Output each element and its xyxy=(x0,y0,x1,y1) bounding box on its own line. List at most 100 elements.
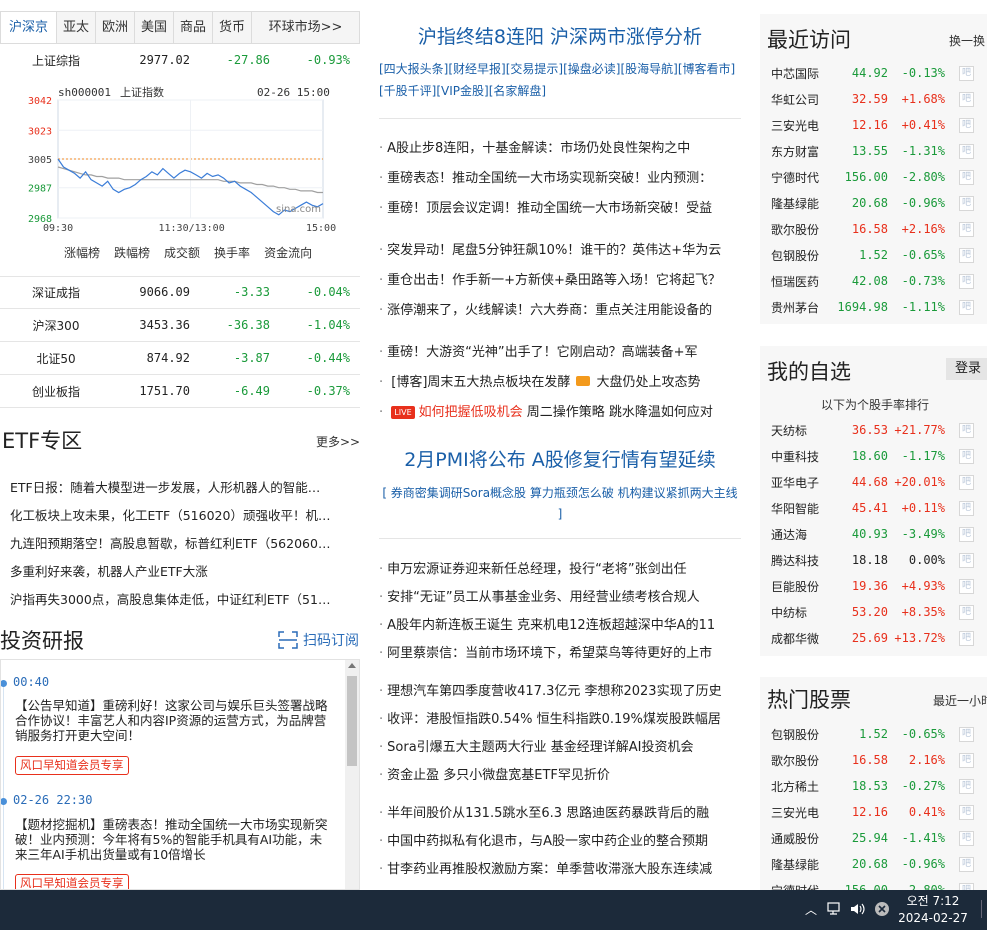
stock-row[interactable]: 华阳智能 45.41 +0.11% 吧 xyxy=(760,495,987,521)
notification-off-icon[interactable] xyxy=(874,901,890,917)
stock-name[interactable]: 天纺标 xyxy=(760,422,833,439)
news-item[interactable]: 理想汽车第四季度营收417.3亿元 李想称2023实现了历史 xyxy=(379,680,741,699)
stock-row[interactable]: 包钢股份 1.52 -0.65% 吧 xyxy=(760,721,987,747)
stock-forum-button[interactable]: 吧 xyxy=(959,65,974,81)
tab-global-markets[interactable]: 环球市场>> xyxy=(252,12,359,43)
network-icon[interactable] xyxy=(827,902,843,916)
news-item[interactable]: 申万宏源证券迎来新任总经理，投行“老将”张剑出任 xyxy=(379,558,741,577)
news-item[interactable]: A股年内新连板王诞生 克来机电12连板超越深中华A的11 xyxy=(379,614,741,633)
link-turnover-rate[interactable]: 换手率 xyxy=(214,244,250,261)
research-text[interactable]: 【题材挖掘机】重磅表态！推动全国统一大市场实现新突破！业内预测：今年将有5%的智… xyxy=(15,817,330,862)
stock-forum-button[interactable]: 吧 xyxy=(959,526,974,542)
stock-forum-button[interactable]: 吧 xyxy=(959,448,974,464)
stock-forum-button[interactable]: 吧 xyxy=(959,882,974,890)
etf-news-item[interactable]: 化工板块上攻未果，化工ETF（516020）顽强收平！机… xyxy=(10,505,355,524)
stock-row[interactable]: 天纺标 36.53 +21.77% 吧 xyxy=(760,417,987,443)
news-item[interactable]: 突发异动！尾盘5分钟狂飙10%！谁干的？英伟达+华为云 xyxy=(379,239,741,258)
headline-second[interactable]: 2月PMI将公布 A股修复行情有望延续 xyxy=(379,445,741,472)
stock-forum-button[interactable]: 吧 xyxy=(959,752,974,768)
stock-forum-button[interactable]: 吧 xyxy=(959,91,974,107)
stock-row[interactable]: 三安光电 12.16 +0.41% 吧 xyxy=(760,112,987,138)
news-item[interactable]: 重磅表态！推动全国统一大市场实现新突破！业内预测： xyxy=(379,167,741,186)
index-row-bz50[interactable]: 北证50 874.92 -3.87 -0.44% xyxy=(0,342,360,374)
stock-row[interactable]: 贵州茅台 1694.98 -1.11% 吧 xyxy=(760,294,987,320)
stock-name[interactable]: 中纺标 xyxy=(760,604,833,621)
stock-row[interactable]: 歌尔股份 16.58 +2.16% 吧 xyxy=(760,216,987,242)
blog-news-item[interactable]: [博客]周末五大热点板块在发酵 大盘仍处上攻态势 xyxy=(379,371,741,390)
stock-name[interactable]: 宁德时代 xyxy=(760,882,833,891)
news-item[interactable]: 安排“无证”员工从事基金业务、用经营业绩考核合规人 xyxy=(379,586,741,605)
stock-forum-button[interactable]: 吧 xyxy=(959,299,974,315)
stock-forum-button[interactable]: 吧 xyxy=(959,169,974,185)
news-item[interactable]: 收评：港股恒指跌0.54% 恒生科指跌0.19%煤炭股跌幅居 xyxy=(379,708,741,727)
show-desktop-button[interactable] xyxy=(981,900,987,918)
scrollbar-thumb[interactable] xyxy=(347,676,357,766)
stock-name[interactable]: 中重科技 xyxy=(760,448,833,465)
stock-forum-button[interactable]: 吧 xyxy=(959,500,974,516)
news-item[interactable]: 资金止盈 多只小微盘宽基ETF罕见折价 xyxy=(379,764,741,783)
link-turnover[interactable]: 成交额 xyxy=(164,244,200,261)
stock-row[interactable]: 腾达科技 18.18 0.00% 吧 xyxy=(760,547,987,573)
stock-forum-button[interactable]: 吧 xyxy=(959,552,974,568)
system-clock[interactable]: 오전 7:12 2024-02-27 xyxy=(898,893,968,927)
news-item[interactable]: 重仓出击！作手新一+方新侠+桑田路等入场！它将起飞？ xyxy=(379,269,741,288)
etf-more-link[interactable]: 更多>> xyxy=(316,433,360,450)
stock-row[interactable]: 三安光电 12.16 0.41% 吧 xyxy=(760,799,987,825)
index-row-shenzhen[interactable]: 深证成指 9066.09 -3.33 -0.04% xyxy=(0,276,360,308)
etf-news-item[interactable]: ETF日报：随着大模型进一步发展，人形机器人的智能… xyxy=(10,477,355,496)
stock-row[interactable]: 中重科技 18.60 -1.17% 吧 xyxy=(760,443,987,469)
stock-name[interactable]: 东方财富 xyxy=(760,143,833,160)
hot-period-label[interactable]: 最近一小时 xyxy=(933,692,987,709)
tab-currency[interactable]: 货币 xyxy=(213,12,252,43)
stock-forum-button[interactable]: 吧 xyxy=(959,630,974,646)
stock-name[interactable]: 歌尔股份 xyxy=(760,752,833,769)
index-row-shanghai[interactable]: 上证综指 2977.02 -27.86 -0.93% xyxy=(0,44,360,76)
tab-hushenjing[interactable]: 沪深京 xyxy=(1,12,57,43)
tab-asia-pacific[interactable]: 亚太 xyxy=(57,12,96,43)
stock-name[interactable]: 恒瑞医药 xyxy=(760,273,833,290)
stock-name[interactable]: 通达海 xyxy=(760,526,833,543)
stock-forum-button[interactable]: 吧 xyxy=(959,143,974,159)
etf-news-item[interactable]: 九连阳预期落空！高股息暂歇，标普红利ETF（562060… xyxy=(10,533,355,552)
member-tag[interactable]: 风口早知道会员专享 xyxy=(15,756,129,775)
news-item[interactable]: 半年间股价从131.5跳水至6.3 思路迪医药暴跌背后的融 xyxy=(379,802,741,821)
stock-row[interactable]: 包钢股份 1.52 -0.65% 吧 xyxy=(760,242,987,268)
stock-name[interactable]: 贵州茅台 xyxy=(760,299,833,316)
stock-row[interactable]: 北方稀土 18.53 -0.27% 吧 xyxy=(760,773,987,799)
tab-europe[interactable]: 欧洲 xyxy=(96,12,135,43)
news-item[interactable]: A股止步8连阳，十基金解读：市场仍处良性架构之中 xyxy=(379,137,741,156)
stock-row[interactable]: 中纺标 53.20 +8.35% 吧 xyxy=(760,599,987,625)
index-intraday-chart[interactable]: sh000001 上证指数 02-26 15:00 3042 3023 3005 29… xyxy=(0,82,360,232)
stock-name[interactable]: 华阳智能 xyxy=(760,500,833,517)
stock-row[interactable]: 恒瑞医药 42.08 -0.73% 吧 xyxy=(760,268,987,294)
research-scrollbar[interactable] xyxy=(345,660,359,889)
etf-news-item[interactable]: 沪指再失3000点，高股息集体走低，中证红利ETF（51… xyxy=(10,589,355,608)
stock-name[interactable]: 成都华微 xyxy=(760,630,833,647)
stock-forum-button[interactable]: 吧 xyxy=(959,474,974,490)
stock-row[interactable]: 亚华电子 44.68 +20.01% 吧 xyxy=(760,469,987,495)
stock-row[interactable]: 宁德时代 156.00 -2.80% 吧 xyxy=(760,164,987,190)
stock-row[interactable]: 歌尔股份 16.58 2.16% 吧 xyxy=(760,747,987,773)
volume-icon[interactable] xyxy=(850,902,866,916)
stock-row[interactable]: 通达海 40.93 -3.49% 吧 xyxy=(760,521,987,547)
link-losers[interactable]: 跌幅榜 xyxy=(114,244,150,261)
link-gainers[interactable]: 涨幅榜 xyxy=(64,244,100,261)
chevron-up-icon[interactable]: ︿ xyxy=(805,901,817,918)
news-item[interactable]: 阿里蔡崇信：当前市场环境下，希望菜鸟等待更好的上市 xyxy=(379,642,741,661)
stock-name[interactable]: 三安光电 xyxy=(760,117,833,134)
switch-link[interactable]: 换一换 xyxy=(949,32,985,49)
stock-name[interactable]: 中芯国际 xyxy=(760,65,833,82)
login-button[interactable]: 登录 xyxy=(946,358,987,380)
tab-commodities[interactable]: 商品 xyxy=(174,12,213,43)
stock-forum-button[interactable]: 吧 xyxy=(959,778,974,794)
stock-row[interactable]: 宁德时代 156.00 -2.80% 吧 xyxy=(760,877,987,890)
sub-headlines[interactable]: [ 券商密集调研Sora概念股 算力瓶颈怎么破 机构建议紧抓两大主线 ] xyxy=(379,483,741,525)
stock-name[interactable]: 三安光电 xyxy=(760,804,833,821)
stock-name[interactable]: 华虹公司 xyxy=(760,91,833,108)
stock-name[interactable]: 隆基绿能 xyxy=(760,856,833,873)
stock-forum-button[interactable]: 吧 xyxy=(959,422,974,438)
tab-usa[interactable]: 美国 xyxy=(135,12,174,43)
stock-forum-button[interactable]: 吧 xyxy=(959,273,974,289)
stock-name[interactable]: 歌尔股份 xyxy=(760,221,833,238)
news-item[interactable]: 重磅！顶层会议定调！推动全国统一大市场新突破！受益 xyxy=(379,197,741,216)
